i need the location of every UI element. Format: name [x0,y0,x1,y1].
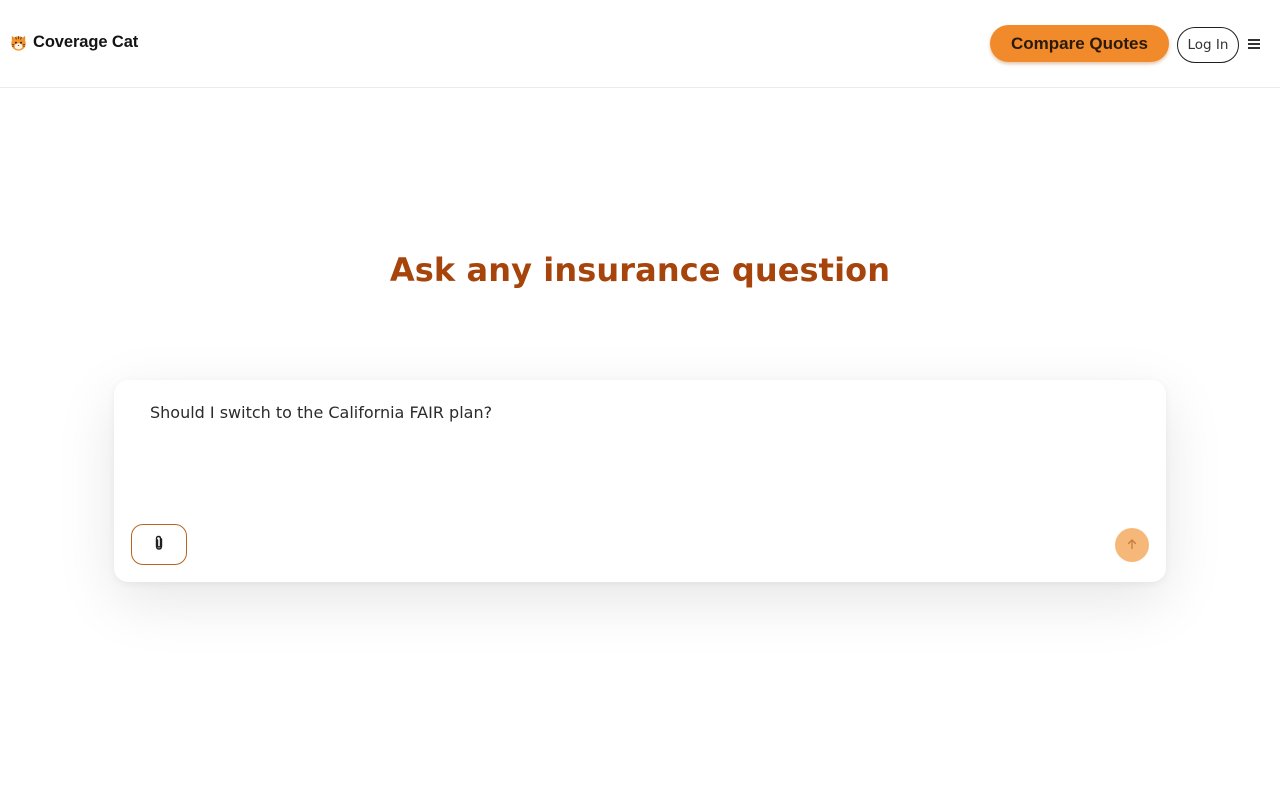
site-header: Coverage Cat Compare Quotes Log In [0,0,1280,88]
hamburger-menu-icon[interactable] [1246,36,1263,52]
attach-file-button[interactable] [131,524,187,565]
brand-logo-link[interactable]: Coverage Cat [9,33,138,52]
question-composer: Should I switch to the California FAIR p… [114,380,1166,582]
send-question-button[interactable] [1115,528,1149,562]
menu-line [1248,47,1260,49]
log-in-button[interactable]: Log In [1177,27,1239,63]
menu-line [1248,39,1260,41]
paperclip-icon [153,535,165,554]
brand-name: Coverage Cat [33,33,139,51]
menu-line [1248,43,1260,45]
compare-quotes-button[interactable]: Compare Quotes [990,25,1169,62]
arrow-up-icon [1126,538,1138,553]
page-headline: Ask any insurance question [389,251,891,289]
tiger-face-icon [9,33,28,52]
question-input[interactable]: Should I switch to the California FAIR p… [150,402,1130,482]
